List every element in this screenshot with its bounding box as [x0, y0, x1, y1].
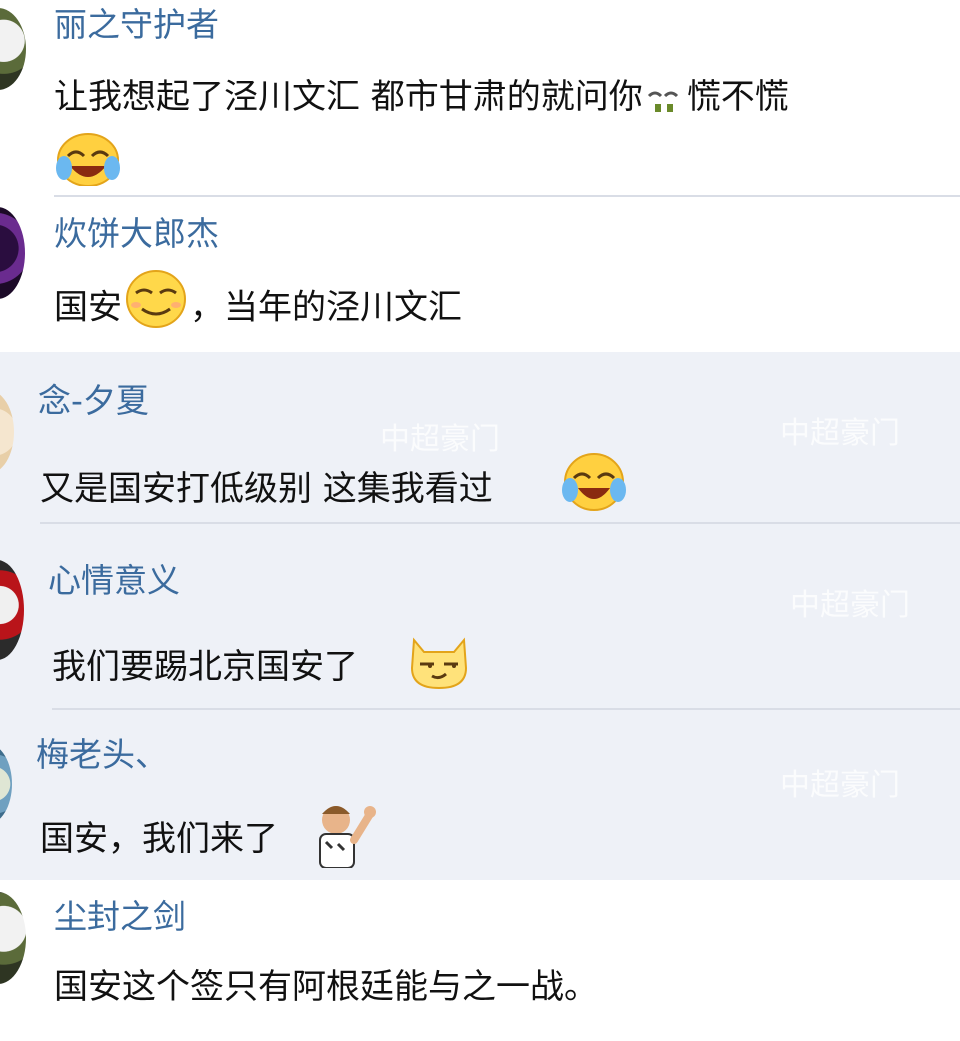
cat-smug-icon [410, 637, 468, 690]
watermark: 中超豪门 [790, 588, 910, 623]
comment-author[interactable]: 炊饼大郎杰 [54, 217, 219, 250]
comment-author[interactable]: 丽之守护者 [54, 8, 219, 41]
comment-author[interactable]: 念-夕夏 [38, 384, 149, 417]
comment-text: 国安 ，当年的泾川文汇 [54, 270, 462, 331]
comment-text-tail: 慌不慌 [686, 77, 789, 117]
comment-text: 国安，我们来了 [40, 819, 278, 859]
smirk-face-icon [126, 270, 186, 328]
watermark: 中超豪门 [780, 768, 900, 803]
watermark: 中超豪门 [780, 416, 900, 451]
player-sticker-icon [319, 806, 376, 868]
comment-item: 丽之守护者 让我想起了泾川文汇 都市甘肃的就问你 慌不慌 [0, 0, 960, 197]
comment-item: 尘封之剑 国安这个签只有阿根廷能与之一战。 [0, 880, 960, 1041]
avatar[interactable] [0, 390, 14, 474]
comment-item: 炊饼大郎杰 国安 ，当年的泾川文汇 [0, 197, 960, 352]
comment-author[interactable]: 梅老头、 [36, 738, 168, 771]
comment-text: 国安这个签只有阿根廷能与之一战。 [54, 967, 598, 1007]
comment-text-part-b: ，当年的泾川文汇 [190, 287, 462, 328]
avatar[interactable] [0, 744, 12, 824]
laughing-crying-icon [562, 453, 626, 511]
avatar[interactable] [0, 892, 26, 984]
partial-emoji-icon [647, 91, 678, 112]
laughing-crying-icon [56, 133, 120, 186]
comment-item: 中超豪门 梅老头、 国安，我们来了 [0, 710, 960, 880]
comment-author[interactable]: 心情意义 [48, 564, 180, 597]
comment-text: 又是国安打低级别 这集我看过 [40, 469, 493, 509]
comment-author[interactable]: 尘封之剑 [54, 900, 186, 933]
comment-item: 中超豪门 中超豪门 念-夕夏 又是国安打低级别 这集我看过 [0, 352, 960, 524]
comment-text-main: 让我想起了泾川文汇 都市甘肃的就问你 [54, 77, 643, 117]
avatar[interactable] [0, 560, 24, 660]
comment-text: 让我想起了泾川文汇 都市甘肃的就问你 慌不慌 [54, 80, 789, 116]
comment-text-part-a: 国安 [54, 287, 122, 328]
watermark: 中超豪门 [380, 422, 500, 457]
comment-item: 中超豪门 心情意义 我们要踢北京国安了 [0, 524, 960, 710]
avatar[interactable] [0, 207, 25, 299]
avatar[interactable] [0, 8, 26, 90]
comment-text: 我们要踢北京国安了 [52, 647, 358, 687]
